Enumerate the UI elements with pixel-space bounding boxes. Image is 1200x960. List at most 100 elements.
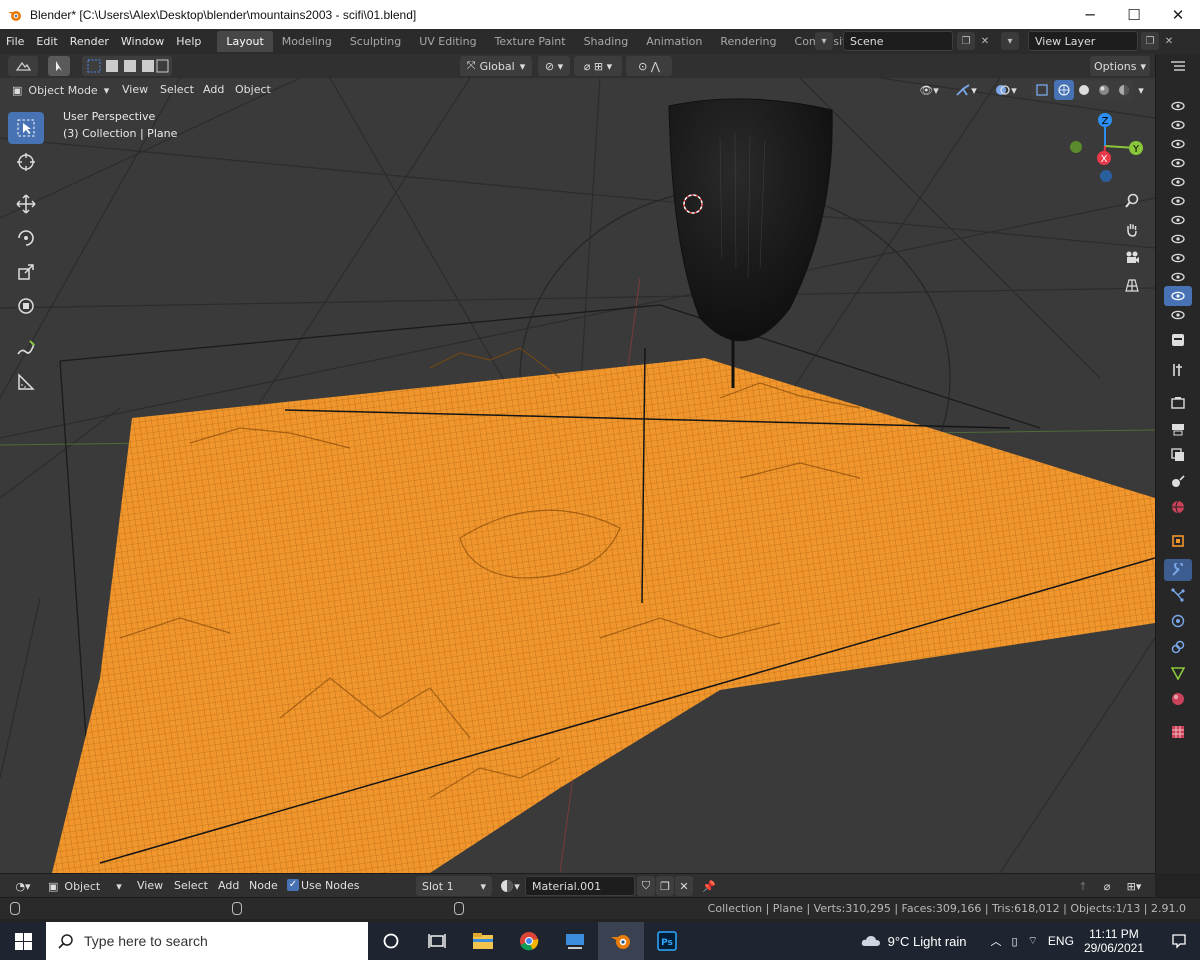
- eye-visibility-icon[interactable]: [1170, 98, 1186, 114]
- scene-properties-icon[interactable]: [1170, 473, 1186, 489]
- tool-properties-icon[interactable]: [1170, 362, 1186, 378]
- shader-menu-select[interactable]: Select: [174, 879, 208, 892]
- render-properties-icon[interactable]: [1170, 395, 1186, 411]
- viewport-menu-add[interactable]: Add: [203, 83, 224, 96]
- eye-visibility-icon[interactable]: [1170, 155, 1186, 171]
- view-layer-properties-icon[interactable]: [1170, 447, 1186, 463]
- eye-visibility-icon[interactable]: [1170, 269, 1186, 285]
- eye-visibility-icon[interactable]: [1170, 193, 1186, 209]
- orthographic-toggle-icon[interactable]: [1119, 272, 1145, 298]
- xray-toggle-icon[interactable]: [1032, 80, 1052, 100]
- remove-scene-icon[interactable]: ✕: [976, 32, 994, 50]
- move-tool-icon[interactable]: [8, 188, 44, 220]
- menu-edit[interactable]: Edit: [30, 35, 63, 48]
- cursor-tool-icon[interactable]: [8, 146, 44, 178]
- menu-help[interactable]: Help: [170, 35, 207, 48]
- rotate-tool-icon[interactable]: [8, 222, 44, 254]
- use-nodes-checkbox[interactable]: ✓: [287, 879, 299, 891]
- slot-dropdown[interactable]: Slot 1 ▾: [416, 876, 492, 896]
- object-mode-dropdown[interactable]: ▣ Object Mode ▾: [8, 80, 112, 100]
- annotate-tool-icon[interactable]: [8, 332, 44, 364]
- unlink-material-icon[interactable]: ✕: [675, 876, 693, 896]
- physics-properties-icon[interactable]: [1170, 613, 1186, 629]
- view-layer-selector-icon[interactable]: ▾: [1001, 32, 1019, 50]
- visibility-selectability-icon[interactable]: 👁▾: [914, 80, 944, 100]
- battery-icon[interactable]: ▯: [1012, 935, 1018, 948]
- material-name-field[interactable]: Material.001: [525, 876, 635, 896]
- pivot-point-icon[interactable]: ⊘ ▾: [538, 56, 570, 76]
- maximize-button[interactable]: ☐: [1112, 0, 1156, 29]
- shading-options-icon[interactable]: ▾: [1134, 80, 1148, 100]
- snapping-icon[interactable]: ⌀ ⊞ ▾: [574, 56, 622, 76]
- properties-editor-icon[interactable]: [1170, 332, 1186, 348]
- tab-rendering[interactable]: Rendering: [711, 31, 785, 52]
- task-view-icon[interactable]: [414, 922, 460, 960]
- selection-box-modes[interactable]: [82, 56, 172, 76]
- eye-visibility-icon[interactable]: [1170, 117, 1186, 133]
- scale-tool-icon[interactable]: [8, 256, 44, 288]
- tab-uv-editing[interactable]: UV Editing: [410, 31, 485, 52]
- close-button[interactable]: ✕: [1156, 0, 1200, 29]
- wifi-icon[interactable]: ⌔: [1028, 934, 1038, 948]
- particles-properties-icon[interactable]: [1170, 587, 1186, 603]
- shader-menu-view[interactable]: View: [137, 879, 163, 892]
- eye-visibility-selected-icon[interactable]: [1164, 286, 1192, 306]
- scene-name-field[interactable]: Scene: [843, 31, 953, 51]
- taskbar-blender-icon[interactable]: [598, 922, 644, 960]
- snap-options-icon[interactable]: ⊞▾: [1120, 876, 1148, 896]
- viewport-menu-object[interactable]: Object: [235, 83, 271, 96]
- 3d-viewport[interactable]: User Perspective (3) Collection | Plane …: [0, 78, 1155, 873]
- options-dropdown[interactable]: Options ▾: [1090, 56, 1150, 76]
- gizmo-toggle-icon[interactable]: ▾: [948, 80, 984, 100]
- menu-file[interactable]: File: [0, 35, 30, 48]
- language-indicator[interactable]: ENG: [1048, 934, 1074, 948]
- windows-start-icon[interactable]: [0, 922, 46, 960]
- viewport-menu-view[interactable]: View: [122, 83, 148, 96]
- minimize-button[interactable]: ─: [1068, 0, 1112, 29]
- view-layer-field[interactable]: View Layer: [1028, 31, 1138, 51]
- transform-orientation-dropdown[interactable]: ⤧ Global ▾: [460, 56, 532, 76]
- select-mode-icon[interactable]: [48, 56, 70, 76]
- new-view-layer-icon[interactable]: ❐: [1141, 32, 1159, 50]
- modifier-properties-wrench-icon[interactable]: [1164, 559, 1192, 581]
- material-browse-icon[interactable]: ▾: [498, 876, 522, 896]
- select-box-tool-icon[interactable]: [8, 112, 44, 144]
- navigation-gizmo[interactable]: Z Y X: [1066, 110, 1146, 186]
- rendered-shading-icon[interactable]: [1114, 80, 1134, 100]
- snap-toggle-icon[interactable]: ⌀: [1098, 876, 1116, 896]
- world-properties-icon[interactable]: [1170, 499, 1186, 515]
- weather-text[interactable]: 9°C Light rain: [888, 934, 967, 949]
- solid-shading-icon[interactable]: [1074, 80, 1094, 100]
- texture-properties-icon[interactable]: [1170, 724, 1186, 740]
- shader-menu-node[interactable]: Node: [249, 879, 278, 892]
- outliner-editor-icon[interactable]: [1170, 58, 1186, 74]
- eye-visibility-icon[interactable]: [1170, 136, 1186, 152]
- eye-visibility-icon[interactable]: [1170, 212, 1186, 228]
- pan-hand-icon[interactable]: [1119, 216, 1145, 242]
- taskbar-search-box[interactable]: Type here to search: [46, 922, 368, 960]
- new-scene-icon[interactable]: ❐: [957, 32, 975, 50]
- measure-tool-icon[interactable]: [8, 366, 44, 398]
- tab-animation[interactable]: Animation: [637, 31, 711, 52]
- cortana-icon[interactable]: [368, 922, 414, 960]
- transform-tool-icon[interactable]: [8, 290, 44, 322]
- parent-node-tree-icon[interactable]: ↑: [1074, 876, 1092, 896]
- eye-visibility-icon[interactable]: [1170, 250, 1186, 266]
- pin-icon[interactable]: 📌: [700, 876, 718, 896]
- fake-user-shield-icon[interactable]: ⛉: [637, 876, 655, 896]
- object-data-properties-icon[interactable]: [1170, 665, 1186, 681]
- scene-selector-icon[interactable]: ▾: [815, 32, 833, 50]
- proportional-editing-icon[interactable]: ⊙ ⋀: [626, 56, 672, 76]
- file-explorer-icon[interactable]: [460, 922, 506, 960]
- notifications-icon[interactable]: [1158, 933, 1200, 949]
- tab-modeling[interactable]: Modeling: [273, 31, 341, 52]
- shader-type-dropdown[interactable]: ▣ Object ▾: [44, 876, 126, 896]
- chrome-icon[interactable]: [506, 922, 552, 960]
- eye-visibility-icon[interactable]: [1170, 231, 1186, 247]
- constraints-properties-icon[interactable]: [1170, 639, 1186, 655]
- camera-view-icon[interactable]: [1119, 244, 1145, 270]
- show-hidden-icons-icon[interactable]: ︿: [991, 933, 1002, 949]
- editor-type-icon[interactable]: [8, 56, 38, 76]
- object-properties-icon[interactable]: [1170, 533, 1186, 549]
- menu-window[interactable]: Window: [115, 35, 170, 48]
